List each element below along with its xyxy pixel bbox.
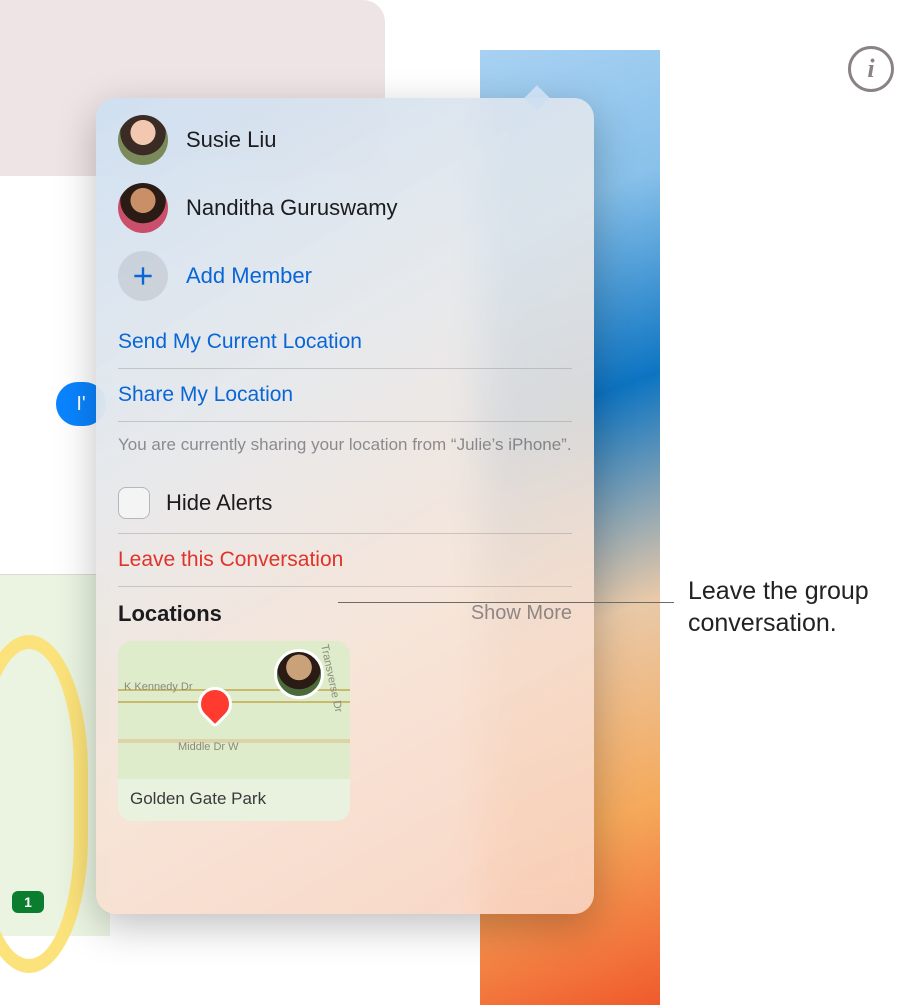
- annotation-text: Leave the group conversation.: [688, 575, 908, 639]
- hide-alerts-label: Hide Alerts: [166, 490, 272, 516]
- highway-badge-text: 1: [24, 894, 32, 910]
- share-my-location-button[interactable]: Share My Location: [96, 369, 594, 421]
- map-pin-icon: [191, 680, 239, 728]
- map-road-label: K Kennedy Dr: [124, 681, 192, 693]
- plus-icon: [118, 251, 168, 301]
- location-map-card[interactable]: K Kennedy Dr Middle Dr W Transverse Dr G…: [118, 641, 350, 821]
- hide-alerts-row[interactable]: Hide Alerts: [96, 473, 594, 533]
- chat-bubble-text: I': [76, 393, 85, 416]
- map-road-label: Middle Dr W: [178, 741, 239, 753]
- member-name: Susie Liu: [186, 127, 277, 153]
- add-member-label: Add Member: [186, 263, 312, 289]
- avatar: [118, 183, 168, 233]
- map-contact-avatar: [274, 649, 324, 699]
- messages-header-bar: [0, 0, 385, 99]
- send-my-current-location-button[interactable]: Send My Current Location: [96, 316, 594, 368]
- avatar: [118, 115, 168, 165]
- member-row[interactable]: Susie Liu: [96, 106, 594, 174]
- leave-this-conversation-button[interactable]: Leave this Conversation: [96, 534, 594, 586]
- hide-alerts-checkbox[interactable]: [118, 487, 150, 519]
- details-popover: Susie Liu Nanditha Guruswamy Add Member …: [96, 98, 594, 914]
- background-map: 1: [0, 574, 110, 936]
- highway-badge: 1: [12, 891, 44, 913]
- share-location-note: You are currently sharing your location …: [96, 422, 594, 473]
- show-more-button[interactable]: Show More: [471, 602, 572, 625]
- member-row[interactable]: Nanditha Guruswamy: [96, 174, 594, 242]
- map-caption: Golden Gate Park: [118, 779, 350, 821]
- member-name: Nanditha Guruswamy: [186, 195, 398, 221]
- locations-header-row: Locations Show More: [96, 587, 594, 637]
- map-thumbnail: K Kennedy Dr Middle Dr W Transverse Dr: [118, 641, 350, 779]
- info-glyph: i: [867, 56, 874, 82]
- locations-heading: Locations: [118, 601, 222, 627]
- annotation-leader-line: [338, 602, 674, 603]
- info-icon[interactable]: i: [848, 46, 894, 92]
- background-map-road: [0, 635, 88, 973]
- add-member-button[interactable]: Add Member: [96, 242, 594, 310]
